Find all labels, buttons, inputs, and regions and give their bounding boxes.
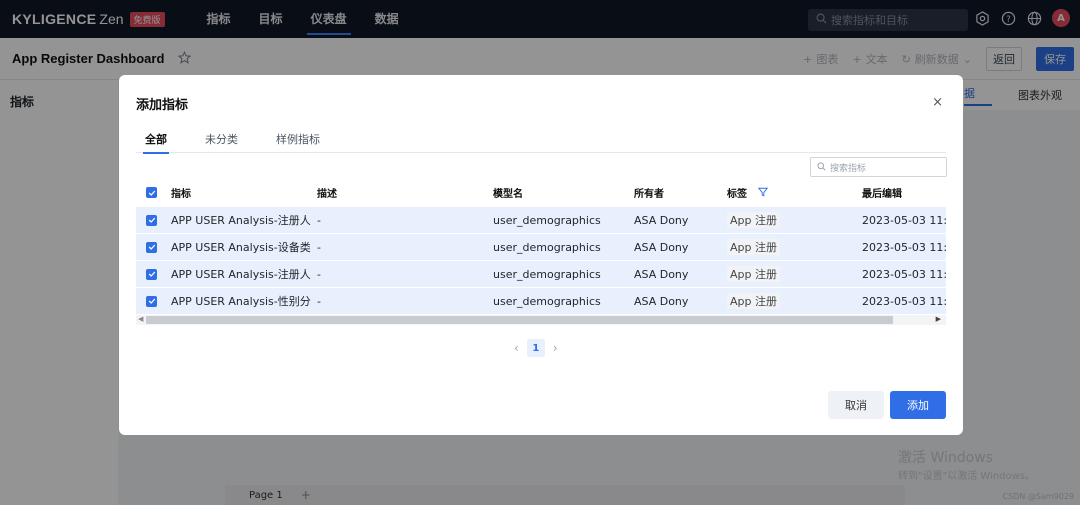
close-icon[interactable]: × [932,95,943,110]
column-header-owner: 所有者 [634,189,664,200]
next-page-icon[interactable]: › [553,341,558,355]
tab-sample-metrics[interactable]: 样例指标 [276,131,320,153]
scroll-left-icon[interactable]: ◀ [138,315,143,323]
dialog-title: 添加指标 [136,98,189,113]
metrics-table: 指标 描述 模型名 所有者 标签 最后编辑 APP USER Analysis-… [136,179,946,314]
metric-owner: ASA Dony [634,240,689,254]
prev-page-icon[interactable]: ‹ [514,341,519,355]
search-icon [817,160,826,174]
metric-model: user_demographics [493,213,601,227]
horizontal-scrollbar[interactable]: ◀ ▶ [136,315,946,325]
dialog-tabs: 全部 未分类 样例指标 [136,131,946,154]
metric-owner: ASA Dony [634,267,689,281]
column-header-tag-label: 标签 [727,188,747,200]
metric-model: user_demographics [493,267,601,281]
metric-name: APP USER Analysis-性别分布 [171,295,311,308]
metric-description: - [317,267,321,281]
table-header: 指标 描述 模型名 所有者 标签 最后编辑 [136,179,946,206]
tag-pill: App 注册 [727,266,780,282]
metric-last-edit: 2023-05-03 11:04:1 [862,240,946,254]
metric-model: user_demographics [493,294,601,308]
add-button[interactable]: 添加 [890,391,946,419]
column-header-last-edit: 最后编辑 [862,189,902,200]
row-checkbox[interactable] [146,295,157,307]
table-row[interactable]: APP USER Analysis-设备类型 - user_demographi… [136,233,946,260]
metric-search-placeholder: 搜索指标 [830,163,867,174]
row-checkbox[interactable] [146,214,157,226]
page-number[interactable]: 1 [526,339,545,357]
table-row[interactable]: APP USER Analysis-性别分布 - user_demographi… [136,287,946,314]
column-header-description: 描述 [317,189,337,200]
metric-last-edit: 2023-05-03 11:04:1 [862,267,946,281]
tag-pill: App 注册 [727,239,780,255]
metric-last-edit: 2023-05-03 11:04:1 [862,294,946,308]
metric-owner: ASA Dony [634,213,689,227]
column-header-metric: 指标 [171,189,191,200]
filter-icon[interactable] [758,187,769,200]
metric-name: APP USER Analysis-设备类型 [171,241,311,254]
cancel-button[interactable]: 取消 [828,391,884,419]
metric-description: - [317,294,321,308]
table-row[interactable]: APP USER Analysis-注册人数... - user_demogra… [136,206,946,233]
scrollbar-thumb[interactable] [146,316,893,324]
metric-description: - [317,240,321,254]
tab-all[interactable]: 全部 [143,131,169,154]
metric-name: APP USER Analysis-注册人数 [171,268,311,281]
metric-description: - [317,213,321,227]
scroll-right-icon[interactable]: ▶ [936,315,941,323]
metric-tag: App 注册 [727,266,827,282]
metric-tag: App 注册 [727,293,827,309]
metric-tag: App 注册 [727,212,827,228]
tag-pill: App 注册 [727,293,780,309]
row-checkbox[interactable] [146,241,157,253]
pagination: ‹ 1 › [514,339,558,357]
select-all-checkbox[interactable] [146,187,157,198]
column-header-model: 模型名 [493,189,523,200]
metric-last-edit: 2023-05-03 11:04:1 [862,213,946,227]
tag-pill: App 注册 [727,212,780,228]
table-row[interactable]: APP USER Analysis-注册人数 - user_demographi… [136,260,946,287]
metric-tag: App 注册 [727,239,827,255]
metric-model: user_demographics [493,240,601,254]
metric-owner: ASA Dony [634,294,689,308]
row-checkbox[interactable] [146,268,157,280]
metric-search-input[interactable]: 搜索指标 [810,157,947,177]
add-metric-dialog: 添加指标 × 全部 未分类 样例指标 搜索指标 指标 描述 模型名 所有者 标签 [119,75,963,435]
tab-uncategorized[interactable]: 未分类 [205,131,238,153]
metric-name: APP USER Analysis-注册人数... [171,214,311,227]
column-header-tag: 标签 [727,185,827,201]
